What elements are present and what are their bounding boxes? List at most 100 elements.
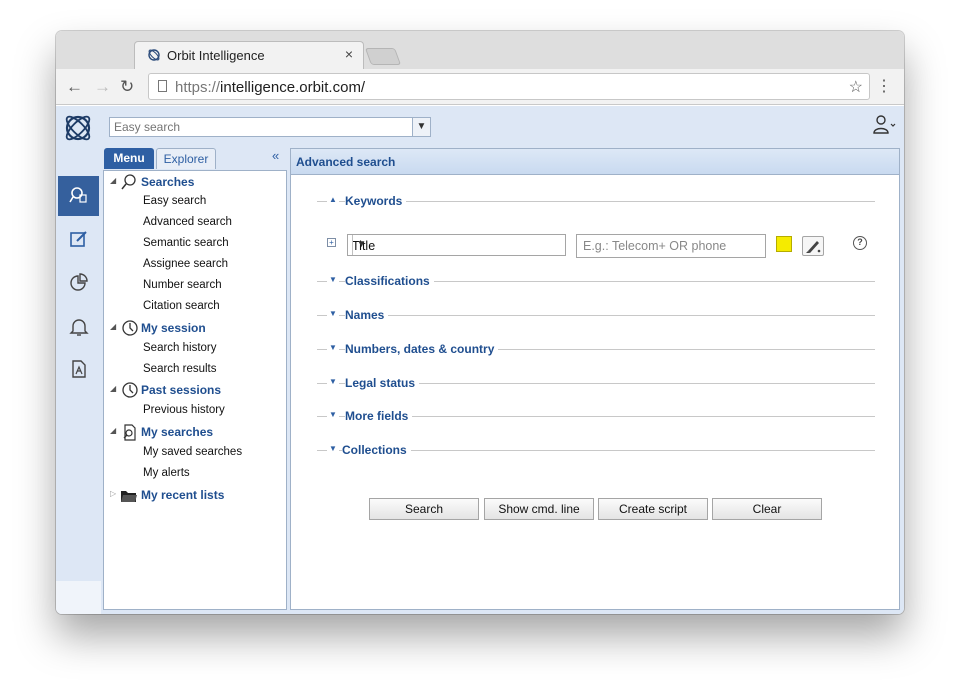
- search-document-icon: [69, 185, 89, 205]
- expanded-triangle-icon[interactable]: ◢: [110, 384, 116, 393]
- section-classifications[interactable]: ▼ Classifications: [317, 273, 875, 289]
- tree-label-past-sessions: Past sessions: [141, 383, 221, 397]
- menu-item-semantic-search[interactable]: Semantic search: [143, 237, 229, 249]
- menu-item-my-saved-searches[interactable]: My saved searches: [143, 446, 242, 458]
- tab-explorer[interactable]: Explorer: [156, 148, 216, 169]
- section-keywords[interactable]: ▲ Keywords: [317, 193, 875, 209]
- menu-item-search-history[interactable]: Search history: [143, 342, 217, 354]
- section-label: Numbers, dates & country: [345, 342, 498, 356]
- action-buttons: Search Show cmd. line Create script Clea…: [369, 498, 829, 522]
- section-numbers-dates-country[interactable]: ▼ Numbers, dates & country: [317, 341, 875, 357]
- collapse-panel-icon[interactable]: «: [272, 148, 279, 163]
- keyword-row: + Title ▼ ?: [327, 234, 887, 260]
- panel-tabs: Menu Explorer «: [104, 148, 288, 170]
- advanced-search-panel: Advanced search ▲ Keywords + Title ▼: [290, 148, 900, 610]
- user-account-icon[interactable]: [872, 114, 896, 136]
- url-protocol: https://: [175, 79, 220, 96]
- browser-menu-icon[interactable]: ⋮: [876, 76, 892, 96]
- rail-edit-button[interactable]: [58, 220, 99, 260]
- new-tab-button[interactable]: [365, 48, 401, 65]
- rail-alerts-button[interactable]: [58, 308, 99, 348]
- section-label: Legal status: [345, 376, 419, 390]
- search-button[interactable]: Search: [369, 498, 479, 520]
- rail-footer: [56, 581, 101, 614]
- chevron-down-icon[interactable]: ▼: [352, 235, 370, 255]
- back-arrow-icon[interactable]: ←: [66, 77, 83, 97]
- easy-search-input[interactable]: [110, 118, 412, 136]
- chevron-down-icon[interactable]: ▼: [327, 343, 339, 352]
- page-icon: [158, 80, 167, 92]
- easy-search-box: ▼: [109, 117, 431, 137]
- browser-window: Orbit Intelligence × ← → ↻ https://intel…: [56, 31, 904, 614]
- address-bar[interactable]: https://intelligence.orbit.com/ ☆: [148, 73, 870, 100]
- orbit-favicon-icon: [147, 48, 161, 62]
- chevron-down-icon[interactable]: ▼: [327, 410, 339, 419]
- tab-close-icon[interactable]: ×: [345, 46, 353, 62]
- clear-button[interactable]: Clear: [712, 498, 822, 520]
- url-host: intelligence.orbit.com/: [220, 79, 365, 96]
- menu-panel: ◢ Searches Easy search Advanced search S…: [103, 170, 287, 610]
- rail-pdf-button[interactable]: [58, 350, 99, 390]
- tree-label-my-recent-lists: My recent lists: [141, 488, 224, 502]
- keyword-input-wrap: [576, 234, 766, 258]
- section-label: Collections: [342, 443, 411, 457]
- bookmark-star-icon[interactable]: ☆: [849, 77, 863, 97]
- show-cmd-line-button[interactable]: Show cmd. line: [484, 498, 594, 520]
- tree-label-my-session: My session: [141, 321, 206, 335]
- left-icon-rail: [56, 174, 101, 581]
- pen-icon: [803, 237, 823, 255]
- reload-icon[interactable]: ↻: [120, 77, 134, 97]
- highlight-color-swatch[interactable]: [776, 236, 792, 252]
- chevron-down-icon[interactable]: ▼: [412, 118, 430, 136]
- section-label-keywords: Keywords: [345, 194, 406, 208]
- menu-item-previous-history[interactable]: Previous history: [143, 404, 225, 416]
- edit-icon: [69, 229, 89, 249]
- clock-icon: [120, 381, 138, 399]
- pdf-icon: [69, 359, 89, 379]
- create-script-button[interactable]: Create script: [598, 498, 708, 520]
- add-row-icon[interactable]: +: [327, 238, 336, 247]
- collapsed-triangle-icon[interactable]: ▷: [110, 489, 116, 498]
- orbit-logo-icon[interactable]: [62, 112, 94, 144]
- rail-analytics-button[interactable]: [58, 264, 99, 304]
- browser-toolbar: ← → ↻ https://intelligence.orbit.com/ ☆ …: [56, 69, 904, 105]
- menu-item-my-alerts[interactable]: My alerts: [143, 467, 190, 479]
- section-collections[interactable]: ▼ Collections: [317, 442, 875, 458]
- forward-arrow-icon[interactable]: →: [94, 77, 111, 97]
- browser-tab[interactable]: Orbit Intelligence ×: [134, 41, 364, 69]
- menu-item-assignee-search[interactable]: Assignee search: [143, 258, 228, 270]
- url-text: https://intelligence.orbit.com/: [175, 79, 365, 96]
- saved-search-icon: [120, 423, 138, 441]
- edit-keywords-button[interactable]: [802, 236, 824, 256]
- section-divider: [317, 315, 875, 316]
- page-title: Advanced search: [296, 155, 395, 169]
- chevron-up-icon[interactable]: ▲: [327, 195, 339, 204]
- chevron-down-icon[interactable]: ▼: [327, 377, 339, 386]
- app-area: ▼ Menu: [56, 106, 904, 614]
- menu-item-number-search[interactable]: Number search: [143, 279, 222, 291]
- section-label: Classifications: [345, 274, 434, 288]
- menu-item-advanced-search[interactable]: Advanced search: [143, 216, 232, 228]
- section-more-fields[interactable]: ▼ More fields: [317, 408, 875, 424]
- rail-search-button[interactable]: [58, 176, 99, 216]
- folder-icon: [120, 486, 138, 504]
- chevron-down-icon[interactable]: ▼: [327, 309, 339, 318]
- help-icon[interactable]: ?: [853, 236, 867, 250]
- clock-icon: [120, 319, 138, 337]
- tab-strip: Orbit Intelligence ×: [56, 31, 904, 69]
- tree-label-my-searches: My searches: [141, 425, 213, 439]
- tab-menu[interactable]: Menu: [104, 148, 154, 169]
- menu-item-easy-search[interactable]: Easy search: [143, 195, 206, 207]
- tab-title: Orbit Intelligence: [167, 48, 265, 63]
- expanded-triangle-icon[interactable]: ◢: [110, 426, 116, 435]
- menu-item-search-results[interactable]: Search results: [143, 363, 217, 375]
- keyword-input[interactable]: [577, 235, 765, 257]
- menu-item-citation-search[interactable]: Citation search: [143, 300, 220, 312]
- field-select[interactable]: Title ▼: [347, 234, 566, 256]
- expanded-triangle-icon[interactable]: ◢: [110, 322, 116, 331]
- chevron-down-icon[interactable]: ▼: [327, 275, 339, 284]
- chevron-down-icon[interactable]: ▼: [327, 444, 339, 453]
- expanded-triangle-icon[interactable]: ◢: [110, 176, 116, 185]
- section-legal-status[interactable]: ▼ Legal status: [317, 375, 875, 391]
- section-names[interactable]: ▼ Names: [317, 307, 875, 323]
